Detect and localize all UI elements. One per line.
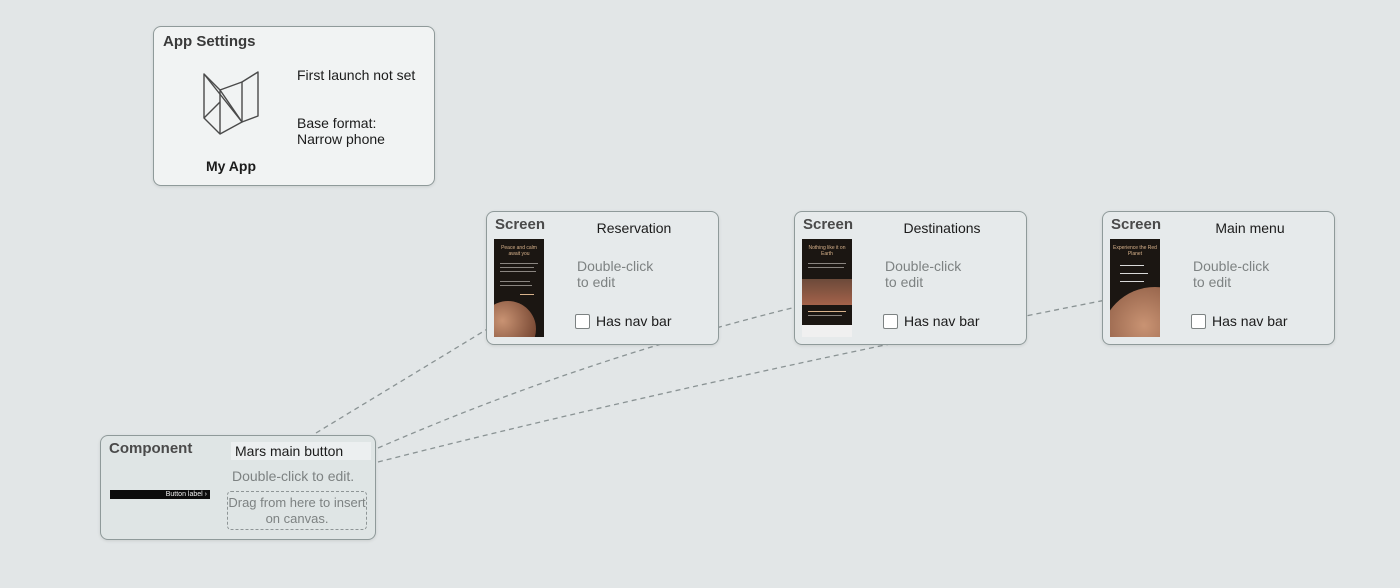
screen-card-main-menu[interactable]: Screen Main menu Experience the Red Plan…: [1102, 211, 1335, 345]
has-nav-bar-toggle[interactable]: Has nav bar: [575, 313, 671, 329]
has-nav-bar-toggle[interactable]: Has nav bar: [1191, 313, 1287, 329]
edit-hint: Double-click to edit: [885, 258, 962, 290]
screen-kind-label: Screen: [495, 216, 546, 233]
component-preview: Button label ›: [110, 490, 210, 499]
drag-to-canvas-handle[interactable]: Drag from here to insert on canvas.: [227, 491, 367, 530]
screen-thumbnail: Experience the Red Planet: [1110, 239, 1160, 337]
component-preview-label: Button label: [165, 491, 203, 498]
component-card[interactable]: Component Mars main button Double-click …: [100, 435, 376, 540]
screen-kind-label: Screen: [803, 216, 854, 233]
has-nav-bar-toggle[interactable]: Has nav bar: [883, 313, 979, 329]
edit-hint: Double-click to edit: [1193, 258, 1270, 290]
edit-hint: Double-click to edit: [577, 258, 654, 290]
component-name-field[interactable]: Mars main button: [231, 442, 371, 460]
mars-surface-image: [802, 279, 852, 305]
nav-bar-label: Has nav bar: [596, 313, 672, 329]
thumbnail-heading: Experience the Red Planet: [1113, 245, 1157, 257]
screen-card-reservation[interactable]: Screen Reservation Peace and calm await …: [486, 211, 719, 345]
chevron-right-icon: ›: [204, 491, 207, 498]
link-reservation: [315, 324, 495, 434]
edit-hint: Double-click to edit.: [232, 468, 355, 484]
thumbnail-heading: Nothing like it on Earth: [808, 245, 846, 257]
screen-thumbnail: Nothing like it on Earth: [802, 239, 852, 337]
mars-image: [1110, 287, 1160, 337]
nav-bar-checkbox[interactable]: [1191, 313, 1206, 329]
component-kind-label: Component: [109, 440, 193, 457]
app-settings-title: App Settings: [163, 33, 256, 50]
screen-title: Reservation: [596, 220, 672, 236]
app-name: My App: [205, 158, 257, 174]
base-format-status: Base format: Narrow phone: [297, 115, 385, 147]
nav-bar-label: Has nav bar: [904, 313, 980, 329]
first-launch-status: First launch not set: [297, 67, 416, 83]
screen-title: Destinations: [903, 220, 981, 236]
screen-card-destinations[interactable]: Screen Destinations Nothing like it on E…: [794, 211, 1027, 345]
screen-kind-label: Screen: [1111, 216, 1162, 233]
nav-bar-checkbox[interactable]: [883, 313, 898, 329]
mars-image: [494, 301, 536, 337]
screen-thumbnail: Peace and calm await you: [494, 239, 544, 337]
app-logo-icon: [203, 71, 259, 135]
nav-bar-label: Has nav bar: [1212, 313, 1288, 329]
thumbnail-heading: Peace and calm await you: [501, 245, 537, 257]
screen-title: Main menu: [1215, 220, 1285, 236]
nav-bar-checkbox[interactable]: [575, 313, 590, 329]
